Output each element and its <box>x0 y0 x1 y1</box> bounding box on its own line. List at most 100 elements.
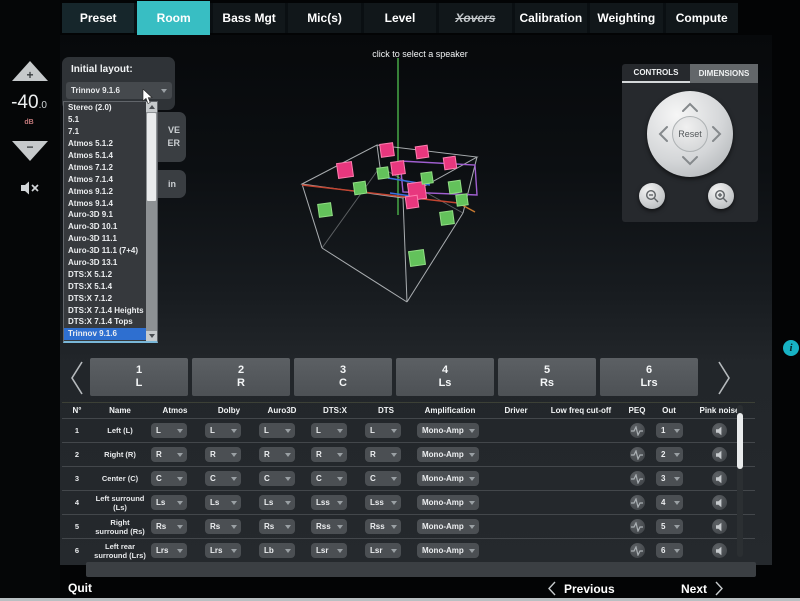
tab-room[interactable]: Room <box>137 1 209 35</box>
speaker-cube-green[interactable] <box>440 211 455 226</box>
peq-button[interactable] <box>630 519 645 534</box>
pink-noise-button[interactable] <box>712 471 727 486</box>
dolby-dropdown[interactable]: L <box>205 423 241 438</box>
atmos-dropdown[interactable]: L <box>151 423 187 438</box>
layout-option-dts-x-5-1-2[interactable]: DTS:X 5.1.2 <box>64 268 146 280</box>
channel-button-5[interactable]: 5Rs <box>498 358 596 396</box>
auro3d-dropdown[interactable]: R <box>259 447 295 462</box>
table-scroll-thumb[interactable] <box>737 413 743 469</box>
pink-noise-button[interactable] <box>712 447 727 462</box>
dtsx-dropdown[interactable]: Rss <box>311 519 347 534</box>
dts-dropdown[interactable]: L <box>365 423 401 438</box>
tab-calibration[interactable]: Calibration <box>515 3 587 33</box>
auro3d-dropdown[interactable]: Lb <box>259 543 295 558</box>
dropdown-scroll-thumb[interactable] <box>147 113 156 201</box>
tab-mic-s[interactable]: Mic(s) <box>288 3 360 33</box>
camera-dpad[interactable]: Reset <box>647 91 733 177</box>
speaker-cube-pink[interactable] <box>405 195 419 209</box>
amplification-dropdown[interactable]: Mono-Amp <box>417 471 479 486</box>
reset-view-button[interactable]: Reset <box>672 116 708 152</box>
amplification-dropdown[interactable]: Mono-Amp <box>417 519 479 534</box>
tab-controls[interactable]: CONTROLS <box>622 64 690 83</box>
layout-option-auro-3d-10-1[interactable]: Auro-3D 10.1 <box>64 221 146 233</box>
channel-button-4[interactable]: 4Ls <box>396 358 494 396</box>
out-dropdown[interactable]: 2 <box>656 447 683 462</box>
peq-button[interactable] <box>630 543 645 558</box>
layout-option-atmos-9-1-2[interactable]: Atmos 9.1.2 <box>64 185 146 197</box>
dts-dropdown[interactable]: C <box>365 471 401 486</box>
peq-button[interactable] <box>630 447 645 462</box>
layout-option-trinnov-9-1-6[interactable]: Trinnov 9.1.6 <box>64 328 146 340</box>
initial-layout-select[interactable]: Trinnov 9.1.6 <box>66 82 172 99</box>
channel-next-button[interactable] <box>716 360 732 401</box>
out-dropdown[interactable]: 6 <box>656 543 683 558</box>
next-button[interactable]: Next <box>681 581 723 596</box>
layout-option-atmos-7-1-2[interactable]: Atmos 7.1.2 <box>64 161 146 173</box>
layout-option-5-1[interactable]: 5.1 <box>64 114 146 126</box>
peq-button[interactable] <box>630 495 645 510</box>
pink-noise-button[interactable] <box>712 543 727 558</box>
dts-dropdown[interactable]: Rss <box>365 519 401 534</box>
peq-button[interactable] <box>630 423 645 438</box>
volume-up-button[interactable]: + <box>11 60 49 82</box>
quit-button[interactable]: Quit <box>68 581 92 595</box>
pink-noise-button[interactable] <box>712 423 727 438</box>
layout-option-dts-x-7-1-4-heights[interactable]: DTS:X 7.1.4 Heights <box>64 304 146 316</box>
auro3d-dropdown[interactable]: Ls <box>259 495 295 510</box>
dtsx-dropdown[interactable]: Lsr <box>311 543 347 558</box>
dtsx-dropdown[interactable]: C <box>311 471 347 486</box>
layout-option-dts-x-7-1-4-tops[interactable]: DTS:X 7.1.4 Tops <box>64 316 146 328</box>
channel-prev-button[interactable] <box>69 360 85 401</box>
dts-dropdown[interactable]: Lss <box>365 495 401 510</box>
out-dropdown[interactable]: 4 <box>656 495 683 510</box>
layout-option-dts-x-7-1-2[interactable]: DTS:X 7.1.2 <box>64 292 146 304</box>
layout-option-atmos-9-1-4[interactable]: Atmos 9.1.4 <box>64 197 146 209</box>
peq-button[interactable] <box>630 471 645 486</box>
layout-option-auro-3d-9-1[interactable]: Auro-3D 9.1 <box>64 209 146 221</box>
dolby-dropdown[interactable]: Rs <box>205 519 241 534</box>
layout-option-auro-3d-11-1[interactable]: Auro-3D 11.1 <box>64 233 146 245</box>
dts-dropdown[interactable]: R <box>365 447 401 462</box>
atmos-dropdown[interactable]: R <box>151 447 187 462</box>
layout-option-7-1[interactable]: 7.1 <box>64 126 146 138</box>
speaker-cube-green[interactable] <box>377 167 389 179</box>
layout-option-atmos-5-1-4[interactable]: Atmos 5.1.4 <box>64 150 146 162</box>
amplification-dropdown[interactable]: Mono-Amp <box>417 495 479 510</box>
speaker-cube-green[interactable] <box>448 180 462 194</box>
tab-weighting[interactable]: Weighting <box>590 3 662 33</box>
amplification-dropdown[interactable]: Mono-Amp <box>417 543 479 558</box>
speaker-cube-green[interactable] <box>421 172 433 184</box>
tab-compute[interactable]: Compute <box>666 3 738 33</box>
layout-option-atmos-7-1-4[interactable]: Atmos 7.1.4 <box>64 173 146 185</box>
speaker-cube-green[interactable] <box>353 181 367 195</box>
atmos-dropdown[interactable]: Lrs <box>151 543 187 558</box>
dolby-dropdown[interactable]: C <box>205 471 241 486</box>
speaker-cube-green[interactable] <box>409 250 426 267</box>
dtsx-dropdown[interactable]: Lss <box>311 495 347 510</box>
amplification-dropdown[interactable]: Mono-Amp <box>417 447 479 462</box>
speaker-cube-pink[interactable] <box>337 162 354 179</box>
layout-option-dts-x-5-1-4[interactable]: DTS:X 5.1.4 <box>64 280 146 292</box>
speaker-cube-pink[interactable] <box>391 161 406 176</box>
atmos-dropdown[interactable]: Rs <box>151 519 187 534</box>
tab-preset[interactable]: Preset <box>62 3 134 33</box>
channel-button-1[interactable]: 1L <box>90 358 188 396</box>
auro3d-dropdown[interactable]: Rs <box>259 519 295 534</box>
auro3d-dropdown[interactable]: C <box>259 471 295 486</box>
speaker-cube-pink[interactable] <box>443 156 457 170</box>
zoom-out-button[interactable] <box>639 183 665 209</box>
speaker-3d-view[interactable] <box>240 45 640 355</box>
out-dropdown[interactable]: 3 <box>656 471 683 486</box>
atmos-dropdown[interactable]: Ls <box>151 495 187 510</box>
info-icon[interactable]: i <box>783 340 799 356</box>
dolby-dropdown[interactable]: Ls <box>205 495 241 510</box>
volume-down-button[interactable]: − <box>11 140 49 162</box>
tab-xovers[interactable]: Xovers <box>439 3 511 33</box>
auro3d-dropdown[interactable]: L <box>259 423 295 438</box>
speaker-cube-pink[interactable] <box>415 145 429 159</box>
dolby-dropdown[interactable]: R <box>205 447 241 462</box>
channel-button-2[interactable]: 2R <box>192 358 290 396</box>
scroll-down-icon[interactable] <box>146 331 157 341</box>
layout-option-atmos-5-1-2[interactable]: Atmos 5.1.2 <box>64 138 146 150</box>
layout-option-auro-3d-13-1[interactable]: Auro-3D 13.1 <box>64 257 146 269</box>
